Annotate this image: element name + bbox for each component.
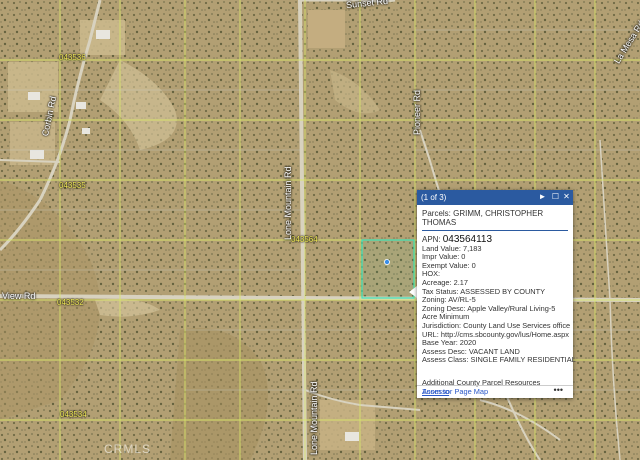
parcel-popup: (1 of 3) ► ☐ ✕ Parcels: GRIMM, CHRISTOPH… <box>417 190 576 398</box>
zoom-to-link[interactable]: Zoom to <box>422 387 449 396</box>
building <box>76 102 86 109</box>
watermark: CRMLS <box>104 442 152 456</box>
parcel-label: 043532 <box>57 298 84 307</box>
building <box>28 92 40 100</box>
maximize-icon[interactable]: ☐ <box>551 192 560 201</box>
road-label-view: View Rd <box>2 291 36 301</box>
close-icon[interactable]: ✕ <box>562 192 571 201</box>
building <box>30 150 44 159</box>
exempt-value: Exempt Value: 0 <box>422 260 476 270</box>
building <box>82 128 90 134</box>
building <box>345 432 359 441</box>
road-label-lone-mountain-south: Lone Mountain Rd <box>309 381 319 455</box>
popup-pointer <box>409 286 417 298</box>
parcel-label: 043534 <box>60 410 87 419</box>
cleared-lot <box>320 400 375 450</box>
zoning-desc: Zoning Desc: Apple Valley/Rural Living-5… <box>422 303 556 322</box>
popup-count: (1 of 3) <box>421 193 447 202</box>
popup-footer: Zoom to ••• <box>417 385 573 398</box>
cleared-lot <box>308 10 345 48</box>
parcel-label: 043536 <box>59 53 86 62</box>
road-label-pioneer: Pioneer Rd <box>412 89 422 135</box>
apn-label: APN: <box>422 235 441 244</box>
parcel-label: 043564 <box>291 235 318 244</box>
popup-body: APN: 043564113 Land Value: 7,183 Impr Va… <box>417 231 576 396</box>
parcel-label: 043535 <box>59 181 86 190</box>
parcel-marker[interactable] <box>383 258 390 265</box>
building <box>96 30 110 39</box>
more-options-icon[interactable]: ••• <box>554 385 563 395</box>
road-label-lone-mountain-north: Lone Mountain Rd <box>283 166 293 240</box>
selected-parcel[interactable] <box>361 239 415 299</box>
next-icon[interactable]: ► <box>538 192 547 201</box>
popup-header: (1 of 3) ► ☐ ✕ <box>417 190 573 205</box>
assess-class: Assess Class: SINGLE FAMILY RESIDENTIAL <box>422 355 576 365</box>
popup-title: Parcels: GRIMM, CHRISTOPHER THOMAS <box>422 209 568 231</box>
